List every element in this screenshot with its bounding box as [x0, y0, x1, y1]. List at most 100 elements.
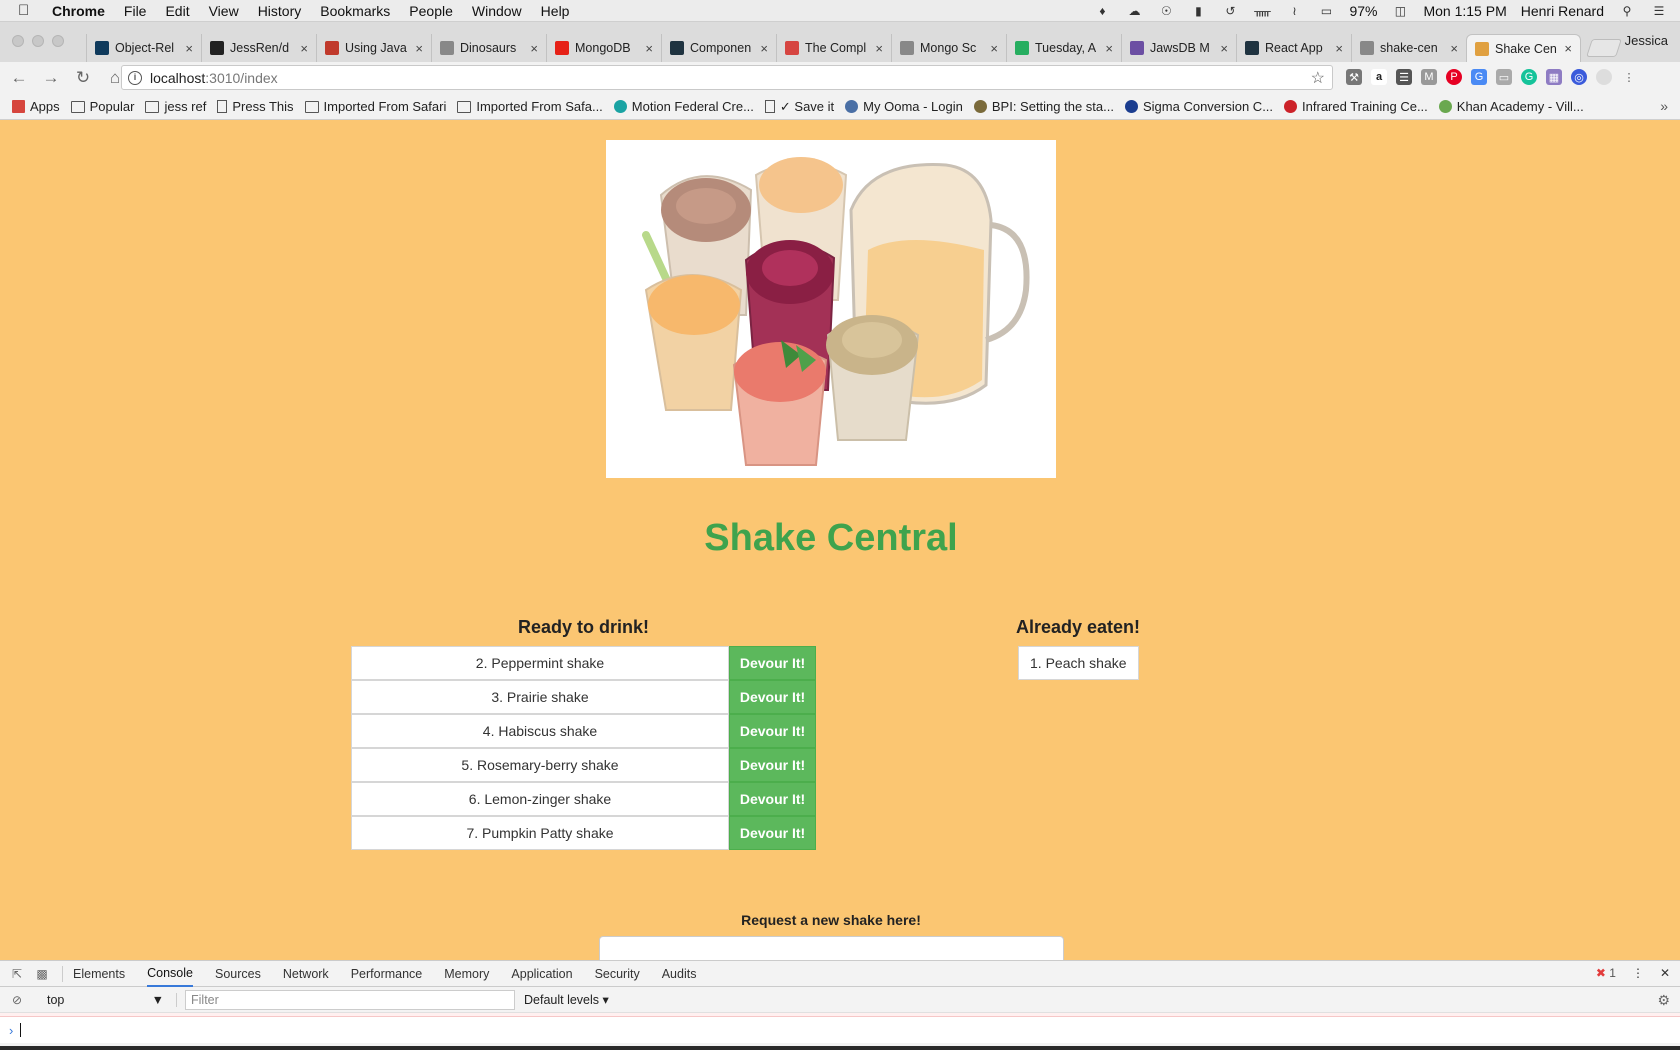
tab-close-icon[interactable]: ×: [1450, 41, 1458, 56]
console-filter-input[interactable]: Filter: [185, 989, 515, 1010]
device-toolbar-icon[interactable]: ▩: [34, 967, 50, 981]
bookmark-item[interactable]: Khan Academy - Vill...: [1438, 99, 1584, 114]
menu-file[interactable]: File: [124, 3, 147, 19]
devtools-tab-sources[interactable]: Sources: [215, 961, 261, 987]
browser-tab[interactable]: JawsDB M ×: [1121, 34, 1236, 62]
battery-percent[interactable]: 97%: [1349, 3, 1377, 19]
devour-it-button[interactable]: Devour It!: [729, 714, 816, 748]
battery-icon[interactable]: ◫: [1391, 4, 1409, 18]
pinterest-extension-icon[interactable]: P: [1446, 69, 1462, 85]
browser-tab[interactable]: JessRen/d ×: [201, 34, 316, 62]
browser-tab[interactable]: React App ×: [1236, 34, 1351, 62]
devour-it-button[interactable]: Devour It!: [729, 680, 816, 714]
browser-tab[interactable]: Dinosaurs ×: [431, 34, 546, 62]
inspect-element-icon[interactable]: ⇱: [9, 967, 25, 981]
menu-window[interactable]: Window: [472, 3, 522, 19]
browser-tab[interactable]: MongoDB ×: [546, 34, 661, 62]
tab-close-icon[interactable]: ×: [185, 41, 193, 56]
new-shake-input[interactable]: [599, 936, 1064, 961]
menu-app-name[interactable]: Chrome: [52, 3, 105, 19]
browser-tab[interactable]: shake-cen ×: [1351, 34, 1466, 62]
tab-close-icon[interactable]: ×: [1105, 41, 1113, 56]
devtools-tab-elements[interactable]: Elements: [73, 961, 125, 987]
extension-tools-icon[interactable]: ⚒: [1346, 69, 1362, 85]
translate-extension-icon[interactable]: G: [1471, 69, 1487, 85]
devour-it-button[interactable]: Devour It!: [729, 782, 816, 816]
tab-close-icon[interactable]: ×: [875, 41, 883, 56]
gmail-extension-icon[interactable]: M: [1421, 69, 1437, 85]
cloud-upload-icon[interactable]: ☁: [1125, 4, 1143, 18]
bookmark-item[interactable]: Popular: [70, 99, 134, 114]
browser-tab[interactable]: Mongo Sc ×: [891, 34, 1006, 62]
browser-tab[interactable]: Componen ×: [661, 34, 776, 62]
devour-it-button[interactable]: Devour It!: [729, 816, 816, 850]
globe-extension-icon[interactable]: ◎: [1571, 69, 1587, 85]
apple-menu-icon[interactable]: : [18, 2, 38, 19]
bookmark-item[interactable]: jess ref: [145, 99, 206, 114]
devtools-tab-performance[interactable]: Performance: [351, 961, 423, 987]
grid-extension-icon[interactable]: ▦: [1546, 69, 1562, 85]
amazon-extension-icon[interactable]: a: [1371, 69, 1387, 85]
time-machine-icon[interactable]: ↺: [1221, 4, 1239, 18]
new-tab-button[interactable]: [1586, 39, 1622, 57]
tab-close-icon[interactable]: ×: [1564, 41, 1572, 56]
chrome-menu-icon[interactable]: ⋮: [1621, 69, 1637, 85]
menu-history[interactable]: History: [258, 3, 302, 19]
creative-cloud-icon[interactable]: ☉: [1157, 4, 1175, 18]
profile-name[interactable]: Jessica: [1625, 33, 1668, 48]
bookmarks-overflow-icon[interactable]: »: [1660, 98, 1668, 114]
devour-it-button[interactable]: Devour It!: [729, 748, 816, 782]
airplay-icon[interactable]: ▭: [1317, 4, 1335, 18]
bookmark-star-icon[interactable]: ☆: [1311, 68, 1325, 88]
menubar-clock[interactable]: Mon 1:15 PM: [1423, 3, 1506, 19]
browser-tab[interactable]: Object-Rel ×: [86, 34, 201, 62]
cast-icon[interactable]: ▭: [1496, 69, 1512, 85]
layers-extension-icon[interactable]: ☰: [1396, 69, 1412, 85]
menubar-user[interactable]: Henri Renard: [1521, 3, 1604, 19]
dropbox-icon[interactable]: ♦: [1093, 4, 1111, 18]
bookmark-item[interactable]: Infrared Training Ce...: [1284, 99, 1428, 114]
bookmark-item[interactable]: Imported From Safa...: [457, 99, 603, 114]
tab-close-icon[interactable]: ×: [1220, 41, 1228, 56]
devtools-tab-network[interactable]: Network: [283, 961, 329, 987]
devtools-menu-icon[interactable]: ⋮: [1632, 966, 1644, 980]
tab-close-icon[interactable]: ×: [530, 41, 538, 56]
clear-console-icon[interactable]: ⊘: [9, 993, 25, 1007]
browser-tab[interactable]: The Compl ×: [776, 34, 891, 62]
execution-context-select[interactable]: top ▼: [37, 992, 177, 1007]
browser-tab[interactable]: Tuesday, A ×: [1006, 34, 1121, 62]
bookmark-item[interactable]: Apps: [12, 99, 60, 114]
menu-edit[interactable]: Edit: [165, 3, 189, 19]
menu-bookmarks[interactable]: Bookmarks: [320, 3, 390, 19]
error-count-badge[interactable]: ✖ 1: [1596, 966, 1616, 980]
notification-center-icon[interactable]: ☰: [1650, 4, 1668, 18]
devtools-tab-console[interactable]: Console: [147, 961, 193, 987]
tab-close-icon[interactable]: ×: [415, 41, 423, 56]
window-close-button[interactable]: [12, 35, 24, 47]
menu-people[interactable]: People: [409, 3, 453, 19]
bookmark-item[interactable]: My Ooma - Login: [845, 99, 963, 114]
window-zoom-button[interactable]: [52, 35, 64, 47]
devtools-tab-memory[interactable]: Memory: [444, 961, 489, 987]
reload-icon[interactable]: ↻: [70, 68, 96, 88]
circle-extension-icon[interactable]: [1596, 69, 1612, 85]
tab-close-icon[interactable]: ×: [760, 41, 768, 56]
devtools-close-icon[interactable]: ✕: [1660, 966, 1670, 980]
tab-close-icon[interactable]: ×: [300, 41, 308, 56]
bluetooth-icon[interactable]: ᚅ: [1253, 4, 1271, 18]
window-minimize-button[interactable]: [32, 35, 44, 47]
tab-active[interactable]: Shake Cen ×: [1466, 34, 1581, 62]
console-prompt[interactable]: ›: [0, 1017, 1680, 1043]
bookmark-item[interactable]: Press This: [217, 99, 294, 114]
site-info-icon[interactable]: i: [128, 70, 142, 85]
bookmark-item[interactable]: BPI: Setting the sta...: [973, 99, 1114, 114]
menu-help[interactable]: Help: [541, 3, 570, 19]
console-settings-gear-icon[interactable]: ⚙: [1657, 992, 1670, 1009]
devtools-tab-security[interactable]: Security: [595, 961, 640, 987]
bookmark-item[interactable]: Motion Federal Cre...: [613, 99, 754, 114]
browser-tab[interactable]: Using Java ×: [316, 34, 431, 62]
forward-arrow-icon[interactable]: →: [38, 68, 64, 88]
wifi-icon[interactable]: ≀: [1285, 4, 1303, 18]
spotlight-search-icon[interactable]: ⚲: [1618, 4, 1636, 18]
grammarly-extension-icon[interactable]: G: [1521, 69, 1537, 85]
